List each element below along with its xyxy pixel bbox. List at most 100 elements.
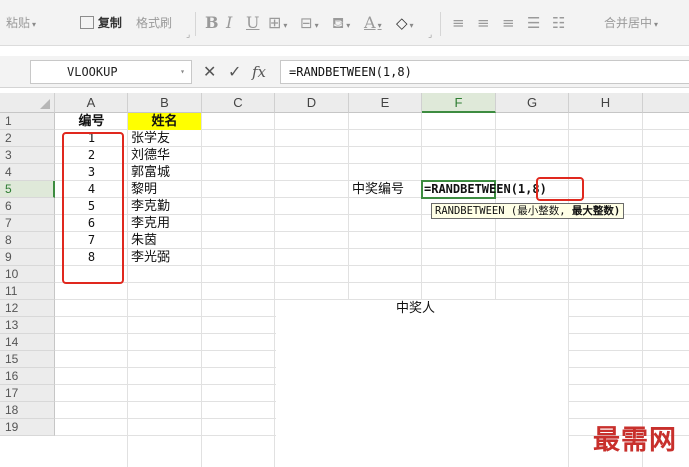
row-header-15[interactable]: 15: [0, 351, 55, 368]
column-header-b[interactable]: B: [128, 93, 202, 113]
row-header-6[interactable]: 6: [0, 198, 55, 215]
row-header-18[interactable]: 18: [0, 402, 55, 419]
row-header-11[interactable]: 11: [0, 283, 55, 300]
cell-b9[interactable]: 李光弼: [131, 249, 170, 266]
italic-button[interactable]: I: [226, 12, 232, 34]
cell-style-icon: ⊟: [300, 14, 313, 32]
row-header-12[interactable]: 12: [0, 300, 55, 317]
clear-button[interactable]: ◇ ▾: [396, 12, 414, 34]
font-expand-icon[interactable]: ⌟: [428, 30, 432, 40]
gridline: [55, 282, 689, 283]
bold-button[interactable]: B: [205, 12, 219, 34]
column-header-g[interactable]: G: [496, 93, 569, 113]
cell-b7[interactable]: 李克用: [131, 215, 170, 232]
merge-center-button[interactable]: 合并居中 ▾: [604, 12, 658, 34]
cell-b2[interactable]: 张学友: [131, 130, 170, 147]
column-header-c[interactable]: C: [202, 93, 275, 113]
tooltip-function: RANDBETWEEN: [435, 205, 505, 217]
chevron-down-icon[interactable]: ▾: [410, 21, 414, 30]
chevron-down-icon[interactable]: ▾: [346, 21, 350, 30]
chevron-down-icon[interactable]: ▾: [180, 61, 185, 83]
formula-bar: VLOOKUP ▾ ✕ ✓ fx =RANDBETWEEN(1,8): [0, 56, 689, 88]
row-header-14[interactable]: 14: [0, 334, 55, 351]
gridline: [201, 113, 202, 467]
row-header-1[interactable]: 1: [0, 113, 55, 130]
column-header-d[interactable]: D: [275, 93, 349, 113]
fill-color-button[interactable]: ⛾ ▾: [332, 12, 350, 34]
row-header-4[interactable]: 4: [0, 164, 55, 181]
row-header-5[interactable]: 5: [0, 181, 55, 198]
font-color-icon: A: [364, 13, 376, 32]
name-box[interactable]: VLOOKUP ▾: [30, 60, 192, 84]
paste-label: 粘贴: [6, 16, 31, 30]
gridline: [274, 113, 275, 467]
distributed-align-button[interactable]: ☷: [552, 12, 565, 34]
cell-e5-winning-number-label[interactable]: 中奖编号: [352, 181, 404, 198]
row-header-2[interactable]: 2: [0, 130, 55, 147]
paste-button[interactable]: 粘贴 ▾: [6, 12, 36, 34]
chevron-down-icon[interactable]: ▾: [32, 20, 36, 29]
tooltip-arg-min: (最小整数,: [510, 205, 566, 217]
row-header-17[interactable]: 17: [0, 385, 55, 402]
cell-b4[interactable]: 郭富城: [131, 164, 170, 181]
column-header-f[interactable]: F: [422, 93, 496, 113]
active-cell-f5[interactable]: =RANDBETWEEN(1,8): [421, 180, 547, 199]
enter-formula-icon[interactable]: ✓: [228, 61, 241, 83]
cell-b8[interactable]: 朱茵: [131, 232, 157, 249]
column-header-overflow: [643, 93, 689, 113]
align-bottom-button[interactable]: ≡: [502, 12, 515, 34]
cell-a1[interactable]: 编号: [56, 113, 127, 130]
row-header-3[interactable]: 3: [0, 147, 55, 164]
chevron-down-icon[interactable]: ▾: [283, 21, 287, 30]
column-header-a[interactable]: A: [55, 93, 128, 113]
merge-center-label: 合并居中: [604, 16, 653, 30]
cancel-symbol: ✕: [203, 62, 217, 81]
row-header-13[interactable]: 13: [0, 317, 55, 334]
toolbar-ribbon: 粘贴 ▾ 复制 格式刷 ⌟ B I U ⊞ ▾ ⊟ ▾ ⛾ ▾ A ▾ ◇ ▾ ⌟ ≡ ≡ …: [0, 0, 689, 46]
spreadsheet-grid[interactable]: A B C D E F G H 1 2 3 4 5 6 7 8 9 10 11 …: [0, 93, 689, 467]
cancel-formula-icon[interactable]: ✕: [203, 61, 216, 83]
copy-label: 复制: [97, 16, 122, 30]
cell-b6[interactable]: 李克勤: [131, 198, 170, 215]
font-color-button[interactable]: A ▾: [364, 12, 382, 34]
cell-b3[interactable]: 刘德华: [131, 147, 170, 164]
chevron-down-icon[interactable]: ▾: [654, 20, 658, 29]
row-header-7[interactable]: 7: [0, 215, 55, 232]
align-top-button[interactable]: ≡: [452, 12, 465, 34]
align-middle-button[interactable]: ≡: [477, 12, 490, 34]
column-header-e[interactable]: E: [349, 93, 422, 113]
merged-area[interactable]: [276, 300, 568, 467]
cell-b1[interactable]: 姓名: [128, 113, 201, 130]
chevron-down-icon[interactable]: ▾: [315, 21, 319, 30]
format-painter-label: 格式刷: [136, 16, 173, 30]
distributed-align-icon: ☷: [552, 14, 566, 32]
row-header-10[interactable]: 10: [0, 266, 55, 283]
winner-label[interactable]: 中奖人: [396, 300, 435, 317]
ribbon-separator: [440, 12, 441, 36]
row-header-19[interactable]: 19: [0, 419, 55, 436]
copy-icon: [80, 16, 94, 29]
enter-symbol: ✓: [228, 62, 242, 81]
border-button[interactable]: ⊞ ▾: [268, 12, 287, 34]
row-header-9[interactable]: 9: [0, 249, 55, 266]
justify-button[interactable]: ☰: [527, 12, 540, 34]
row-header-16[interactable]: 16: [0, 368, 55, 385]
insert-function-icon[interactable]: fx: [252, 61, 266, 83]
column-header-h[interactable]: H: [569, 93, 643, 113]
paint-bucket-icon: ⛾: [332, 14, 345, 32]
gridline: [568, 113, 569, 467]
row-header-8[interactable]: 8: [0, 232, 55, 249]
cell-b5[interactable]: 黎明: [131, 181, 157, 198]
format-painter-button[interactable]: 格式刷: [136, 12, 172, 34]
copy-button[interactable]: 复制: [80, 12, 122, 34]
name-box-value: VLOOKUP: [67, 65, 118, 79]
underline-button[interactable]: U: [246, 12, 259, 34]
clipboard-expand-icon[interactable]: ⌟: [186, 30, 190, 40]
gridline: [642, 113, 643, 467]
formula-input[interactable]: =RANDBETWEEN(1,8): [280, 60, 689, 84]
cell-style-button[interactable]: ⊟ ▾: [300, 12, 319, 34]
annotation-box-ids: [62, 132, 124, 284]
select-all-corner[interactable]: [0, 93, 55, 113]
chevron-down-icon[interactable]: ▾: [378, 21, 382, 30]
tooltip-arg-max: 最大整数): [571, 205, 621, 217]
